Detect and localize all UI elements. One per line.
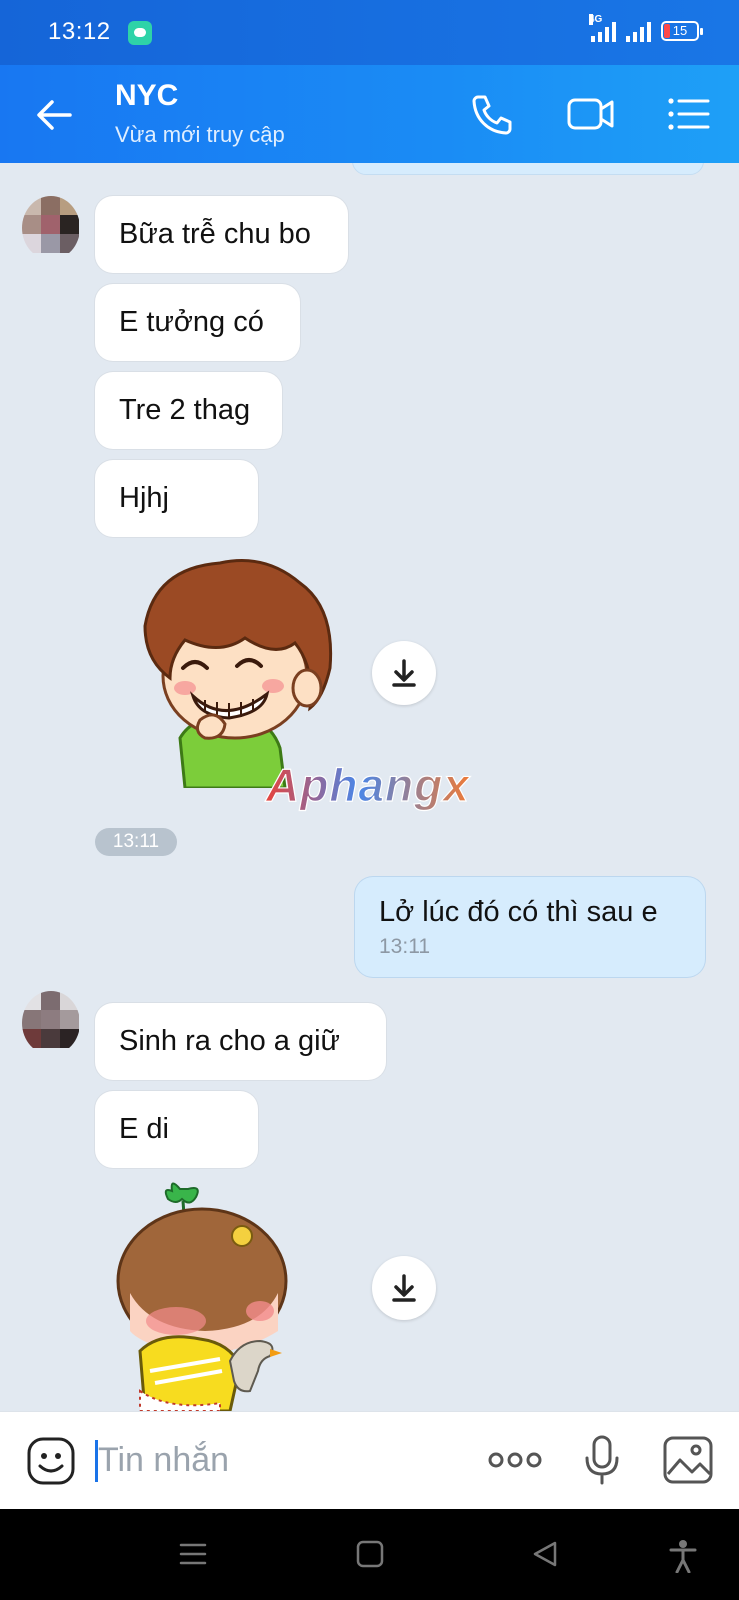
more-icon[interactable]	[486, 1434, 544, 1486]
video-call-icon[interactable]	[566, 91, 616, 137]
status-bar: 13:12 4G 15	[0, 0, 739, 65]
received-message[interactable]: Bữa trễ chu bo	[95, 196, 348, 273]
home-icon[interactable]	[355, 1539, 385, 1569]
chat-header: NYC Vừa mới truy cập	[0, 65, 739, 163]
contact-status: Vừa mới truy cập	[115, 122, 285, 147]
status-time: 13:12	[48, 18, 111, 45]
received-message[interactable]: E tưởng có	[95, 284, 300, 361]
received-message[interactable]: Sinh ra cho a giữ	[95, 1003, 386, 1080]
chat-area[interactable]: Bữa trễ chu bo E tưởng có Tre 2 thag Hjh…	[0, 163, 739, 1411]
sent-message-time: 13:11	[379, 934, 430, 958]
contact-name[interactable]: NYC	[115, 79, 178, 113]
menu-icon[interactable]	[664, 91, 714, 137]
battery-icon: 15	[661, 21, 703, 41]
system-back-icon[interactable]	[530, 1539, 560, 1569]
download-sticker-button[interactable]	[372, 641, 436, 705]
download-icon	[392, 1274, 416, 1302]
back-arrow-icon[interactable]	[32, 93, 76, 137]
received-message[interactable]: Hjhj	[95, 460, 258, 537]
watermark: Aphangx	[262, 755, 492, 826]
download-icon	[392, 659, 416, 687]
watermark-text: Aphangx	[265, 759, 471, 811]
message-timestamp: 13:11	[95, 828, 177, 856]
network-label: 4G	[589, 14, 603, 25]
accessibility-icon[interactable]	[668, 1539, 698, 1573]
received-message[interactable]: Tre 2 thag	[95, 372, 282, 449]
signal-4g-icon: 4G	[589, 14, 616, 42]
watermark-logo: Aphangx	[264, 758, 471, 811]
status-indicators: 4G 15	[589, 14, 703, 42]
contact-avatar[interactable]	[22, 196, 80, 260]
download-sticker-button[interactable]	[372, 1256, 436, 1320]
emoji-icon[interactable]	[26, 1436, 76, 1486]
phone-icon[interactable]	[468, 91, 518, 137]
microphone-icon[interactable]	[582, 1434, 622, 1486]
image-icon[interactable]	[662, 1434, 714, 1486]
sent-message[interactable]: Lở lúc đó có thì sau e 13:11	[355, 877, 705, 977]
received-message[interactable]: E di	[95, 1091, 258, 1168]
recent-apps-icon[interactable]	[178, 1539, 208, 1569]
battery-level: 15	[672, 23, 688, 38]
notification-app-icon	[128, 21, 152, 45]
message-input-bar	[0, 1411, 739, 1509]
message-input[interactable]	[98, 1436, 458, 1484]
previous-message-bubble[interactable]	[352, 163, 704, 175]
sent-message-text: Lở lúc đó có thì sau e	[379, 895, 658, 928]
boy-sticker[interactable]	[125, 548, 345, 788]
signal-icon	[626, 20, 651, 42]
contact-avatar[interactable]	[22, 991, 80, 1055]
system-navigation-bar	[0, 1509, 739, 1600]
girl-sticker[interactable]	[110, 1181, 300, 1411]
